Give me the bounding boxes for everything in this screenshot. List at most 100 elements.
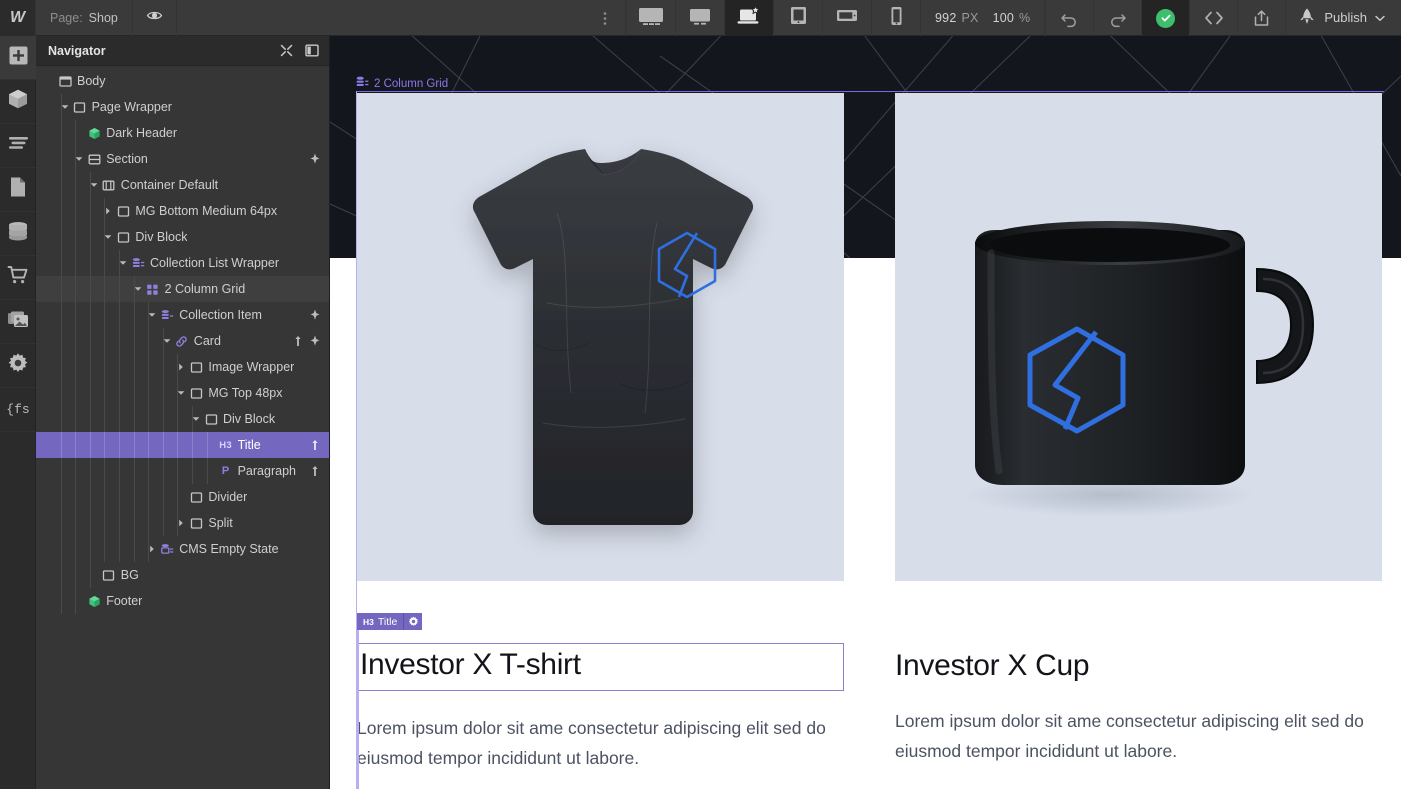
selected-element-badge[interactable]: H3 Title <box>357 613 422 630</box>
indent-guide <box>192 432 193 458</box>
navigator-tree[interactable]: Body Page Wrapper Dark HeaderSectionContai… <box>36 66 329 789</box>
person-icon[interactable] <box>293 335 303 347</box>
indent-guide <box>104 198 105 224</box>
tree-row-div-block[interactable]: Div Block <box>36 406 329 432</box>
indent-guide <box>148 354 149 380</box>
tree-row-section[interactable]: Section <box>36 146 329 172</box>
person-icon[interactable] <box>310 439 320 451</box>
save-status-button[interactable] <box>1141 0 1189 36</box>
breakpoint-laptop-base[interactable] <box>725 0 774 36</box>
tree-row-card[interactable]: Card <box>36 328 329 354</box>
breakpoint-desktop-xl[interactable] <box>627 0 676 36</box>
preview-toggle-button[interactable] <box>133 0 177 36</box>
tree-row-dark-header[interactable]: Dark Header <box>36 120 329 146</box>
share-button[interactable] <box>1237 0 1285 36</box>
database-icon <box>7 221 29 246</box>
indent-guide <box>90 510 91 536</box>
bolt-icon[interactable] <box>310 153 320 165</box>
panel-toggle-icon[interactable] <box>305 44 319 57</box>
indent-guide <box>61 302 62 328</box>
person-icon[interactable] <box>310 465 320 477</box>
product-paragraph[interactable]: Lorem ipsum dolor sit ame consectetur ad… <box>895 706 1375 766</box>
product-image-cup[interactable] <box>895 93 1382 581</box>
indent-guide <box>90 484 91 510</box>
tree-row-split[interactable]: Split <box>36 510 329 536</box>
tree-row-page-wrapper[interactable]: Page Wrapper <box>36 94 329 120</box>
breakpoint-mobile-portrait[interactable] <box>872 0 921 36</box>
h3-tag-icon: H3 <box>217 440 235 451</box>
publish-button[interactable]: Publish <box>1285 0 1401 35</box>
tree-row-collection-item[interactable]: Collection Item <box>36 302 329 328</box>
indent-guide <box>177 458 178 484</box>
title-selection-box[interactable]: Investor X T-shirt <box>357 643 844 691</box>
tree-row-title[interactable]: H3Title <box>36 432 329 458</box>
webflow-logo-button[interactable]: W <box>0 0 36 36</box>
navigator-title: Navigator <box>48 44 106 58</box>
bolt-icon[interactable] <box>310 309 320 321</box>
indent-guide <box>119 276 120 302</box>
zoom-value: 100 <box>993 11 1014 25</box>
tree-row-mg-bottom-medium-64px[interactable]: MG Bottom Medium 64px <box>36 198 329 224</box>
indent-guide <box>104 432 105 458</box>
tree-row-image-wrapper[interactable]: Image Wrapper <box>36 354 329 380</box>
tree-row-div-block[interactable]: Div Block <box>36 224 329 250</box>
tree-row-label: Div Block <box>223 412 275 426</box>
tree-row-paragraph[interactable]: PParagraph <box>36 458 329 484</box>
design-canvas[interactable]: 2 Column Grid <box>330 36 1401 789</box>
indent-guide <box>163 406 164 432</box>
undo-button[interactable] <box>1045 0 1093 36</box>
indent-guide <box>75 536 76 562</box>
tree-row-cms-empty-state[interactable]: CMS Empty State <box>36 536 329 562</box>
collection-list-icon <box>129 257 147 270</box>
collapse-all-icon[interactable] <box>280 44 293 57</box>
tree-row-2-column-grid[interactable]: 2 Column Grid <box>36 276 329 302</box>
tree-row-container-default[interactable]: Container Default <box>36 172 329 198</box>
tree-row-collection-list-wrapper[interactable]: Collection List Wrapper <box>36 250 329 276</box>
tree-row-divider[interactable]: Divider <box>36 484 329 510</box>
tree-row-mg-top-48px[interactable]: MG Top 48px <box>36 380 329 406</box>
tree-row-bg[interactable]: BG <box>36 562 329 588</box>
redo-icon <box>1108 9 1127 28</box>
breakpoint-desktop[interactable] <box>676 0 725 36</box>
tree-row-label: Page Wrapper <box>92 100 172 114</box>
indent-guide <box>90 172 91 198</box>
sidebar-item-ecommerce[interactable] <box>0 256 36 300</box>
indent-guide <box>134 380 135 406</box>
code-export-button[interactable] <box>1189 0 1237 36</box>
breakpoint-mobile-landscape[interactable] <box>823 0 872 36</box>
collection-item-cup[interactable]: Investor X Cup Lorem ipsum dolor sit ame… <box>895 93 1382 766</box>
sidebar-item-logic[interactable]: {fs <box>0 388 36 432</box>
tree-row-label: BG <box>121 568 139 582</box>
redo-button[interactable] <box>1093 0 1141 36</box>
product-paragraph[interactable]: Lorem ipsum dolor sit ame consectetur ad… <box>357 713 837 773</box>
page-selector[interactable]: Page: Shop <box>36 0 133 36</box>
monitor-large-icon <box>637 6 665 31</box>
sidebar-item-navigator[interactable] <box>0 124 36 168</box>
grid-element-label[interactable]: 2 Column Grid <box>356 76 448 91</box>
indent-guide <box>134 302 135 328</box>
gear-icon[interactable] <box>403 613 422 630</box>
sidebar-item-cms[interactable] <box>0 212 36 256</box>
indent-guide <box>119 536 120 562</box>
sidebar-item-add-panel[interactable] <box>0 36 36 80</box>
grid-label-text: 2 Column Grid <box>374 78 448 90</box>
indent-guide <box>134 536 135 562</box>
indent-guide <box>177 406 178 432</box>
more-options-button[interactable] <box>584 0 626 36</box>
tree-row-footer[interactable]: Footer <box>36 588 329 614</box>
indent-guide <box>134 276 135 302</box>
indent-guide <box>104 328 105 354</box>
canvas-size-indicator[interactable]: 992 PX 100 % <box>921 0 1045 36</box>
indent-guide <box>134 328 135 354</box>
sidebar-item-assets[interactable] <box>0 300 36 344</box>
collection-item-tshirt[interactable]: Investor X T-shirt Lorem ipsum dolor sit… <box>357 93 844 773</box>
indent-guide <box>104 302 105 328</box>
tree-row-body[interactable]: Body <box>36 68 329 94</box>
bolt-icon[interactable] <box>310 335 320 347</box>
sidebar-item-pages[interactable] <box>0 168 36 212</box>
sidebar-item-settings[interactable] <box>0 344 36 388</box>
product-image-tshirt[interactable] <box>357 93 844 581</box>
breakpoint-group <box>626 0 921 35</box>
sidebar-item-components[interactable] <box>0 80 36 124</box>
breakpoint-tablet[interactable] <box>774 0 823 36</box>
